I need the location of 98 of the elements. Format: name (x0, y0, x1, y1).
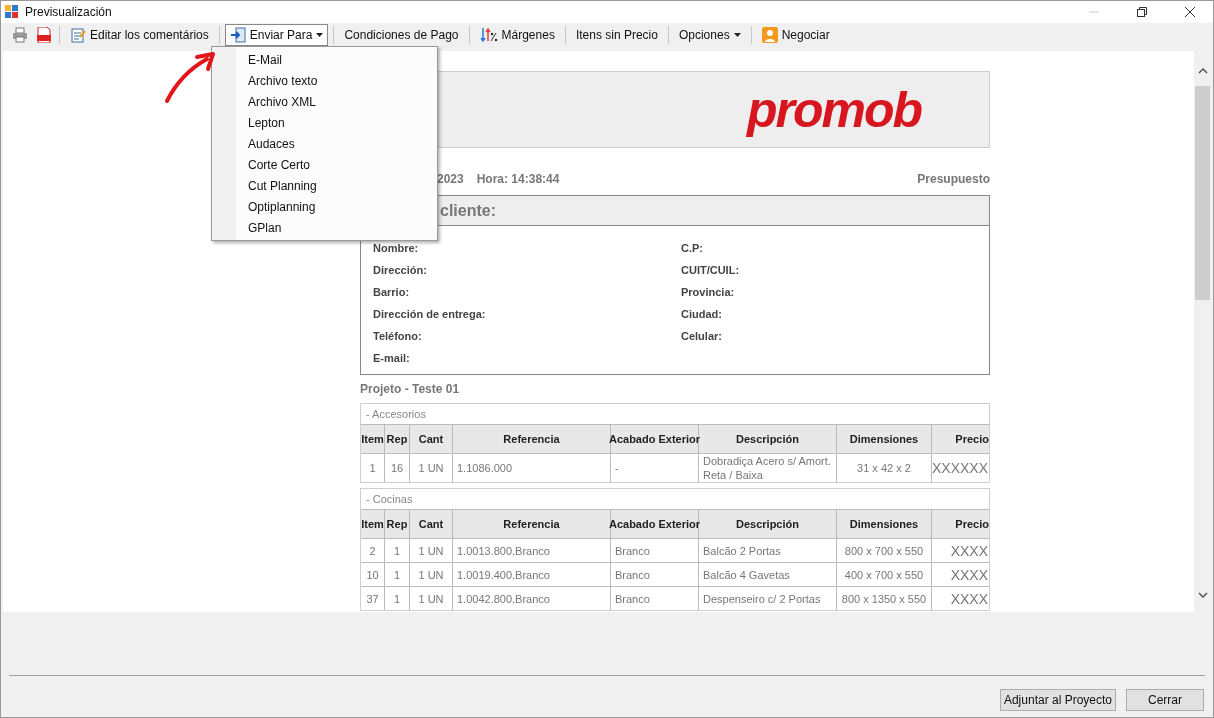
table-cell: Balcão 2 Portas (699, 539, 837, 562)
notepad-icon (70, 27, 86, 43)
toolbar-button[interactable]: Negociar (756, 24, 835, 46)
project-title: Projeto - Teste 01 (360, 381, 461, 398)
table-cell: 1 UN (410, 454, 453, 482)
scroll-down-icon (1197, 592, 1208, 598)
table-cell: 800 x 700 x 550 (837, 539, 932, 562)
table-cell: XXXX (932, 563, 989, 586)
logo: promob (746, 84, 921, 135)
restore-icon[interactable] (1137, 7, 1147, 17)
field-label: C.P: (681, 242, 703, 254)
column-header: Acabado Exterior (611, 510, 699, 538)
percent-arrows-icon (479, 27, 498, 43)
section-title: - Cocinas (365, 492, 414, 507)
pdf-file-icon[interactable] (37, 27, 51, 43)
menu-item[interactable]: Optiplanning (212, 196, 437, 217)
table-cell: 1.1086.000 (453, 454, 611, 482)
field-label: Dirección: (373, 264, 427, 276)
field-label: CUIT/CUIL: (681, 264, 740, 276)
column-header: Precio (932, 510, 989, 538)
table-cell: Branco (611, 539, 699, 562)
table-cell: XXXX (932, 539, 989, 562)
field-label: E-mail: (373, 352, 410, 364)
column-header: Dimensiones (837, 425, 932, 453)
menu-item[interactable]: Corte Certo (212, 154, 437, 175)
column-header: Dimensiones (837, 510, 932, 538)
field-label: Dirección de entrega: (373, 308, 486, 320)
toolbar-button[interactable]: Itens sin Precio (570, 24, 663, 46)
field-label: Provincia: (681, 286, 735, 298)
window-title: Previsualización (25, 4, 112, 21)
table-cell: 16 (385, 454, 410, 482)
field-label: Teléfono: (373, 330, 422, 342)
column-header: Descripción (699, 425, 837, 453)
table-cell: 1 (385, 539, 410, 562)
table-cell: - (611, 454, 699, 482)
table-cell: 31 x 42 x 2 (837, 454, 932, 482)
dropdown-button[interactable]: Enviar Para (224, 24, 329, 46)
dropdown-button[interactable]: Opciones (673, 24, 746, 46)
field-label: Barrio: (373, 286, 410, 298)
dialog-button[interactable]: Cerrar (1126, 689, 1204, 711)
table-cell: 1 UN (410, 563, 453, 586)
send-icon (229, 27, 246, 43)
date-text: 2023 (437, 171, 464, 188)
table-cell: 1.0042.800.Branco (453, 587, 611, 610)
table-cell: XXXX (932, 587, 989, 610)
column-header: Rep (385, 425, 410, 453)
table-cell: 1 UN (410, 539, 453, 562)
menu-item[interactable]: GPlan (212, 217, 437, 238)
close-icon[interactable] (1185, 7, 1195, 17)
scrollbar-thumb[interactable] (1195, 86, 1210, 300)
table-cell: 10 (361, 563, 385, 586)
table-cell: 1.0019.400.Branco (453, 563, 611, 586)
printer-icon[interactable] (12, 27, 28, 43)
time-text: Hora: 14:38:44 (476, 171, 560, 188)
table-cell: 800 x 1350 x 550 (837, 587, 932, 610)
column-header: Acabado Exterior (611, 425, 699, 453)
column-header: Cant (410, 510, 453, 538)
menu-item[interactable]: Archivo texto (212, 70, 437, 91)
toolbar-button[interactable]: Editar los comentários (65, 24, 214, 46)
menu-item[interactable]: Audaces (212, 133, 437, 154)
table-cell: 1 (385, 563, 410, 586)
table-cell: XXXXXX (932, 454, 989, 482)
document-type: Presupuesto (917, 171, 990, 188)
column-header: Cant (410, 425, 453, 453)
scroll-up-icon (1197, 68, 1208, 74)
table-cell: 1 UN (410, 587, 453, 610)
menu-item[interactable]: Cut Planning (212, 175, 437, 196)
column-header: Item (361, 425, 385, 453)
person-icon (761, 27, 778, 43)
section-title: - Accesorios (365, 407, 427, 422)
column-header: Precio (932, 425, 989, 453)
caret-icon (316, 33, 324, 37)
table-cell: 1 (361, 454, 385, 482)
dialog-button[interactable]: Adjuntar al Proyecto (999, 689, 1116, 711)
field-label: Ciudad: (681, 308, 722, 320)
menu-item[interactable]: E-Mail (212, 49, 437, 70)
table-cell: Balcão 4 Gavetas (699, 563, 837, 586)
field-label: Celular: (681, 330, 722, 342)
column-header: Descripción (699, 510, 837, 538)
table-cell: 2 (361, 539, 385, 562)
menu-item[interactable]: Lepton (212, 112, 437, 133)
field-label: Nombre: (373, 242, 419, 254)
column-header: Rep (385, 510, 410, 538)
table-cell: 1 (385, 587, 410, 610)
table-cell: Branco (611, 563, 699, 586)
table-cell: 400 x 700 x 550 (837, 563, 932, 586)
table-cell: Despenseiro c/ 2 Portas (699, 587, 837, 610)
toolbar-button[interactable]: Márgenes (474, 24, 560, 46)
client-section-title: cliente: (440, 200, 496, 221)
column-header: Item (361, 510, 385, 538)
table-cell: 37 (361, 587, 385, 610)
table-cell: 1.0013.800.Branco (453, 539, 611, 562)
table-cell: Branco (611, 587, 699, 610)
app-icon (5, 5, 19, 19)
toolbar-button[interactable]: Condiciones de Pago (339, 24, 464, 46)
menu-item[interactable]: Archivo XML (212, 91, 437, 112)
table-cell: Dobradiça Acero s/ Amort. Reta / Baixa (699, 454, 837, 482)
caret-icon (733, 33, 741, 37)
